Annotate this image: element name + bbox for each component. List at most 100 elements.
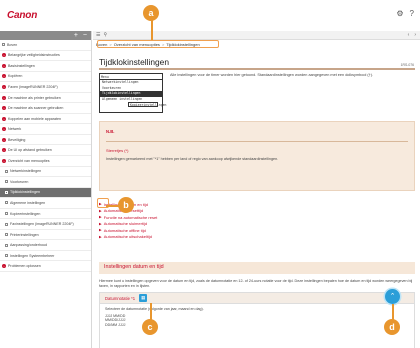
page-icon <box>5 233 8 237</box>
sidebar-list: Boven › Belangrijke veiligheidsinstructies… <box>0 40 91 273</box>
page-icon <box>5 212 8 216</box>
expand-icon: › <box>2 63 6 68</box>
sidebar-item[interactable]: › Koppelen aan mobiele apparaten <box>0 114 91 125</box>
callout-a-leader <box>151 20 153 40</box>
sidebar-item-label: Faxinstellingen (imageRUNNER 2204F) <box>10 222 74 227</box>
expand-icon: › <box>2 264 6 269</box>
sidebar-item-active[interactable]: Tijdklokinstellingen <box>0 187 91 199</box>
collapse-all-button[interactable]: − <box>83 31 87 40</box>
section-link-label: Automatische offline tijd <box>103 227 146 233</box>
back-to-top-button[interactable]: ⌃ <box>385 289 400 304</box>
sidebar-item-label: Problemen oplossen <box>8 264 41 269</box>
callout-a: a <box>143 5 159 21</box>
sidebar-item-label: De machine als printer gebruiken <box>8 95 61 100</box>
sidebar-item-label: Koppelen aan mobiele apparaten <box>8 116 61 121</box>
sidebar-item[interactable]: Netwerkinstellingen <box>0 167 91 178</box>
arrow-right-icon: ▶ <box>99 221 102 226</box>
sidebar-item[interactable]: › De machine als printer gebruiken <box>0 93 91 104</box>
expand-icon: › <box>2 106 6 111</box>
sidebar-item[interactable]: Voorkeuren <box>0 177 91 188</box>
sidebar-item[interactable]: › De UI op afstand gebruiken <box>0 145 91 157</box>
breadcrumb-highlight <box>97 40 219 48</box>
sidebar-item-label: Basisinstellingen <box>8 63 35 68</box>
page-nav: ‹ › <box>408 32 416 38</box>
content-toolbar: ☰ ⚲ ‹ › <box>93 31 420 40</box>
section-link[interactable]: ▶ Automatische uitschakeltijd <box>99 234 157 241</box>
top-bar: Canon ⚙ ? <box>0 0 420 30</box>
sidebar-item[interactable]: › Belangrijke veiligheidsinstructies <box>0 51 91 62</box>
expand-icon: › <box>2 95 6 100</box>
title-divider <box>99 68 415 70</box>
page-icon <box>5 180 8 184</box>
sidebar-item-label: Netwerk <box>8 127 22 132</box>
sidebar-item[interactable]: › Basisinstellingen <box>0 61 91 72</box>
note-divider <box>106 141 408 142</box>
expand-icon: › <box>2 137 6 142</box>
sidebar-item[interactable]: Faxinstellingen (imageRUNNER 2204F) <box>0 219 91 230</box>
sidebar-item-label: Belangrijke veiligheidsinstructies <box>8 53 60 58</box>
sidebar-item[interactable]: Printerinstellingen <box>0 230 91 241</box>
sidebar-item[interactable]: › Faxen (imageRUNNER 2204F) <box>0 82 91 93</box>
setting-label: Datumnotatie *1 <box>105 295 136 301</box>
expand-icon: › <box>2 84 6 89</box>
help-icon[interactable]: ? <box>410 9 414 19</box>
brand-logo: Canon <box>7 10 38 21</box>
top-icons: ⚙ ? <box>396 9 414 19</box>
sidebar-item[interactable]: › Beveiliging <box>0 135 91 146</box>
next-page-icon[interactable]: › <box>414 32 416 38</box>
sidebar-header: + − <box>0 31 91 40</box>
page-code: 1RS-076 <box>400 63 414 67</box>
page-title: Tijdklokinstellingen <box>99 57 169 67</box>
prev-page-icon[interactable]: ‹ <box>408 32 410 38</box>
main-content: ☰ ⚲ ‹ › Boven > Overzicht van menuopties… <box>93 31 420 348</box>
note-subtitle: Sterretjes (*) <box>106 148 129 153</box>
section-link-label: Automatische uitschakeltijd <box>103 234 152 240</box>
list-icon[interactable]: ☰ <box>96 32 100 38</box>
intro-text: Alle instellingen voor de timer worden h… <box>170 73 374 77</box>
section-link-label: Functie na automatische reset <box>103 214 158 220</box>
note-box: N.B. Sterretjes (*) Instellingen gemarke… <box>99 121 415 191</box>
touch-panel-icon[interactable]: ▦ <box>139 294 148 302</box>
arrow-right-icon: ▶ <box>99 215 102 220</box>
sidebar-item-label: Kopieerinstellingen <box>10 211 41 216</box>
sidebar-item[interactable]: › De machine als scanner gebruiken <box>0 103 91 114</box>
sidebar-item-label: Netwerkinstellingen <box>10 169 42 174</box>
screen-row: Kopieerinstellingen <box>128 102 167 107</box>
sidebar-item-label: Aanpassing/onderhoud <box>10 243 47 248</box>
sidebar-item[interactable]: Aanpassing/onderhoud <box>0 240 91 251</box>
note-title: N.B. <box>106 129 115 134</box>
page-icon <box>5 222 8 226</box>
setting-header: Datumnotatie *1 ▦ <box>100 293 414 304</box>
section-header: Instellingen datum en tijd <box>99 262 415 274</box>
sidebar-item[interactable]: › Netwerk <box>0 124 91 135</box>
sidebar-item[interactable]: › Kopiëren <box>0 72 91 83</box>
callout-d: d <box>384 319 400 335</box>
sidebar-item-label: Printerinstellingen <box>10 232 39 237</box>
sidebar-item-label: De UI op afstand gebruiken <box>8 148 52 153</box>
sidebar-item[interactable]: Instellingen Systeembeheer <box>0 251 91 262</box>
sidebar-item[interactable]: Boven <box>0 40 91 51</box>
arrow-right-icon: ▶ <box>99 234 102 239</box>
sidebar-item-label: De machine als scanner gebruiken <box>8 106 64 111</box>
sidebar-item[interactable]: › Problemen oplossen <box>0 261 91 273</box>
section-text: Hiermee kunt u instellingen opgeven voor… <box>99 279 413 289</box>
gear-icon[interactable]: ⚙ <box>396 9 403 19</box>
sidebar-item-label: Kopiëren <box>8 74 23 79</box>
expand-icon: › <box>2 53 6 58</box>
expand-icon: › <box>2 158 6 163</box>
section-title: Instellingen datum en tijd <box>104 264 164 270</box>
search-icon[interactable]: ⚲ <box>103 32 107 38</box>
expand-all-button[interactable]: + <box>74 31 78 40</box>
callout-d-leader <box>392 304 394 320</box>
sidebar-item[interactable]: Kopieerinstellingen <box>0 209 91 220</box>
arrow-right-icon: ▶ <box>99 208 102 213</box>
sidebar-item-label: Voorkeuren <box>10 179 29 184</box>
sidebar: + − Boven › Belangrijke veiligheidsinstruc… <box>0 31 92 348</box>
sidebar-item[interactable]: Algemene instellingen <box>0 198 91 209</box>
page-icon <box>5 190 8 194</box>
expand-icon: › <box>2 127 6 132</box>
expand-icon: › <box>2 148 6 153</box>
sidebar-item[interactable]: › Overzicht van menuopties <box>0 156 91 167</box>
section-link[interactable]: ▶ Functie na automatische reset <box>99 214 157 221</box>
sidebar-item-label: Overzicht van menuopties <box>8 158 50 163</box>
